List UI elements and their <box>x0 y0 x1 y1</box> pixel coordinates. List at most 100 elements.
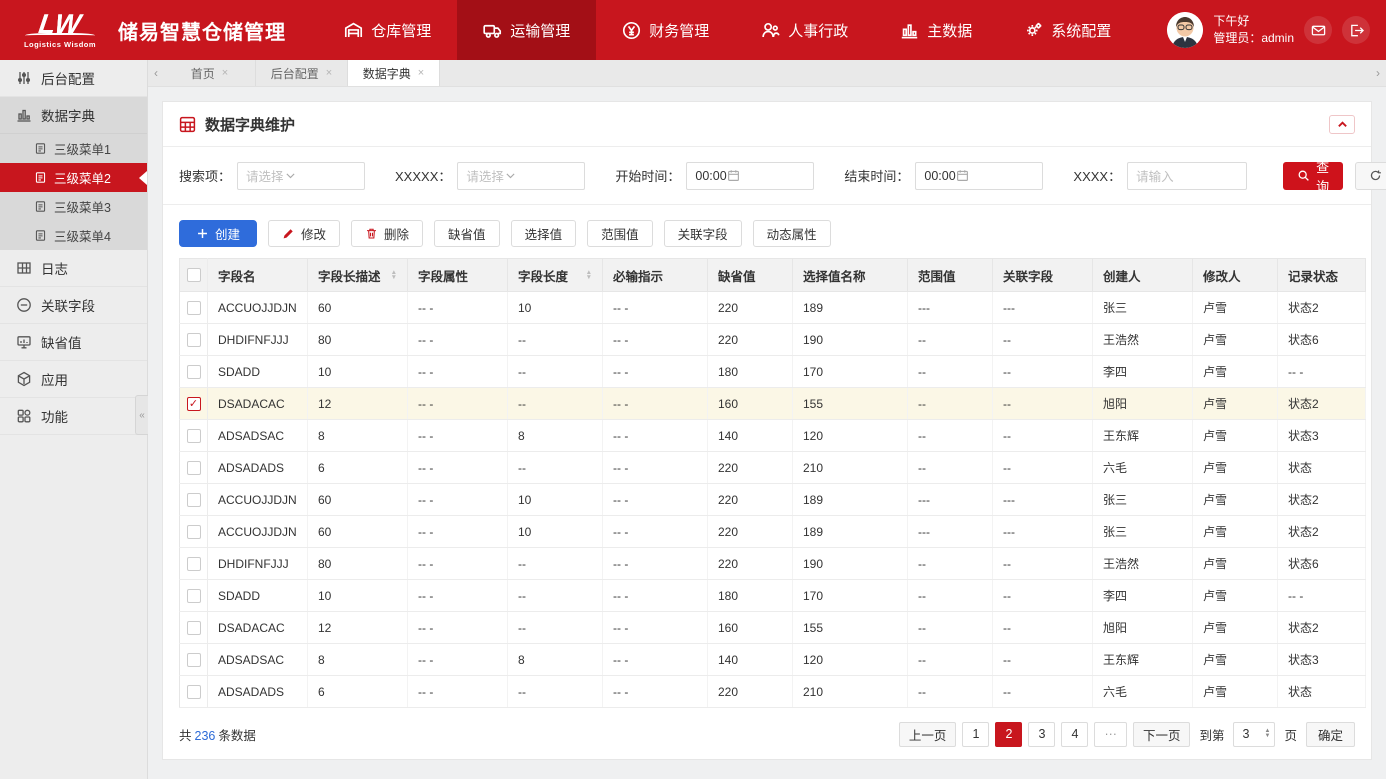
sidebar-item-日志[interactable]: 日志 <box>0 250 147 287</box>
动态属性-button[interactable]: 动态属性 <box>753 220 831 247</box>
table-row[interactable]: SDADD10-- ----- -180170----李四卢雪-- - <box>180 356 1366 388</box>
table-row[interactable]: ACCUOJJDJN60-- -10-- -220189------张三卢雪状态… <box>180 292 1366 324</box>
topnav-item-财务管理[interactable]: 财务管理 <box>596 0 735 60</box>
关联字段-button[interactable]: 关联字段 <box>664 220 742 247</box>
sidebar-item-缺省值[interactable]: 缺省值 <box>0 324 147 361</box>
row-checkbox[interactable] <box>187 557 201 571</box>
table-row[interactable]: ADSADSAC8-- -8-- -140120----王东辉卢雪状态3 <box>180 644 1366 676</box>
spinner-arrows-icon[interactable]: ▲▼ <box>1265 729 1271 739</box>
filter-text-input[interactable]: 请输入 <box>1127 162 1247 190</box>
topnav-item-主数据[interactable]: 主数据 <box>874 0 998 60</box>
table-cell: -- - <box>603 580 708 612</box>
table-row[interactable]: DSADACAC12-- ----- -160155----旭阳卢雪状态2 <box>180 612 1366 644</box>
table-row[interactable]: ADSADADS6-- ----- -220210----六毛卢雪状态 <box>180 452 1366 484</box>
confirm-button[interactable]: 确定 <box>1306 722 1355 747</box>
sort-icon[interactable]: ▲▼ <box>580 270 592 280</box>
filter-select[interactable]: 请选择 <box>457 162 585 190</box>
table-row[interactable]: SDADD10-- ----- -180170----李四卢雪-- - <box>180 580 1366 612</box>
row-checkbox[interactable] <box>187 365 201 379</box>
filter-select[interactable]: 请选择 <box>237 162 365 190</box>
tab-scroll-left-icon[interactable]: ‹ <box>148 60 164 86</box>
column-header-字段长度[interactable]: 字段长度▲▼ <box>508 259 603 292</box>
pencil-icon <box>282 227 295 240</box>
avatar[interactable] <box>1167 12 1203 48</box>
table-cell: 8 <box>308 420 408 452</box>
table-cell: 220 <box>708 516 793 548</box>
选择值-button[interactable]: 选择值 <box>511 220 577 247</box>
row-checkbox[interactable] <box>187 429 201 443</box>
table-cell: 6 <box>308 452 408 484</box>
tab-首页[interactable]: 首页× <box>164 60 256 86</box>
tab-后台配置[interactable]: 后台配置× <box>256 60 348 86</box>
tab-close-icon[interactable]: × <box>222 67 228 79</box>
table-row[interactable]: DHDIFNFJJJ80-- ----- -220190----王浩然卢雪状态6 <box>180 548 1366 580</box>
sidebar-item-数据字典[interactable]: 数据字典 <box>0 97 147 134</box>
logout-icon[interactable] <box>1342 16 1370 44</box>
topnav-item-系统配置[interactable]: 系统配置 <box>998 0 1137 60</box>
column-header-inner: 必输指示 <box>613 266 697 285</box>
next-page-button[interactable]: 下一页 <box>1133 722 1191 747</box>
mail-icon[interactable] <box>1304 16 1332 44</box>
page-button-4[interactable]: 4 <box>1061 722 1088 747</box>
修改-button[interactable]: 修改 <box>268 220 340 247</box>
topnav-item-仓库管理[interactable]: 仓库管理 <box>318 0 457 60</box>
tab-scroll-right-icon[interactable]: › <box>1370 60 1386 86</box>
sidebar-item-应用[interactable]: 应用 <box>0 361 147 398</box>
prev-page-button[interactable]: 上一页 <box>899 722 957 747</box>
row-checkbox[interactable] <box>187 589 201 603</box>
sidebar-subitem-三级菜单3[interactable]: 三级菜单3 <box>0 192 147 221</box>
sidebar-subitem-三级菜单2[interactable]: 三级菜单2 <box>0 163 147 192</box>
table-row[interactable]: ACCUOJJDJN60-- -10-- -220189------张三卢雪状态… <box>180 484 1366 516</box>
column-header-字段长描述[interactable]: 字段长描述▲▼ <box>308 259 408 292</box>
row-checkbox[interactable] <box>187 333 201 347</box>
tab-close-icon[interactable]: × <box>418 67 424 79</box>
column-header-inner: 修改人 <box>1203 266 1267 285</box>
panel-collapse-button[interactable] <box>1329 115 1355 134</box>
table-cell: 状态 <box>1278 676 1366 708</box>
filter-time-input[interactable]: 00:00 <box>686 162 814 190</box>
table-row[interactable]: ✓DSADACAC12-- ----- -160155----旭阳卢雪状态2 <box>180 388 1366 420</box>
query-button[interactable]: 查询 <box>1283 162 1343 190</box>
table-cell: 170 <box>793 356 908 388</box>
row-checkbox[interactable] <box>187 493 201 507</box>
sort-icon[interactable]: ▲▼ <box>385 270 397 280</box>
table-row[interactable]: ACCUOJJDJN60-- -10-- -220189------张三卢雪状态… <box>180 516 1366 548</box>
page-button-1[interactable]: 1 <box>962 722 989 747</box>
row-checkbox[interactable] <box>187 301 201 315</box>
row-checkbox[interactable] <box>187 621 201 635</box>
topnav-item-运输管理[interactable]: 运输管理 <box>457 0 596 60</box>
sidebar-subitem-三级菜单4[interactable]: 三级菜单4 <box>0 221 147 250</box>
topnav-item-人事行政[interactable]: 人事行政 <box>735 0 874 60</box>
row-checkbox[interactable]: ✓ <box>187 397 201 411</box>
table-row[interactable]: ADSADADS6-- ----- -220210----六毛卢雪状态 <box>180 676 1366 708</box>
table-row[interactable]: ADSADSAC8-- -8-- -140120----王东辉卢雪状态3 <box>180 420 1366 452</box>
header-checkbox[interactable] <box>187 268 201 282</box>
tab-数据字典[interactable]: 数据字典× <box>348 60 440 86</box>
row-checkbox[interactable] <box>187 461 201 475</box>
toolbar-button-label: 创建 <box>215 224 240 243</box>
row-checkbox[interactable] <box>187 525 201 539</box>
sidebar-item-功能[interactable]: 功能 <box>0 398 147 435</box>
table-row[interactable]: DHDIFNFJJJ80-- ----- -220190----王浩然卢雪状态6 <box>180 324 1366 356</box>
row-checkbox[interactable] <box>187 653 201 667</box>
page-jump-input[interactable]: 3▲▼ <box>1233 722 1275 747</box>
table-cell: 210 <box>793 676 908 708</box>
范围值-button[interactable]: 范围值 <box>587 220 653 247</box>
缺省值-button[interactable]: 缺省值 <box>434 220 500 247</box>
sidebar-item-label: 日志 <box>41 258 68 278</box>
sidebar-collapse-handle[interactable]: « <box>135 395 148 435</box>
sidebar-item-关联字段[interactable]: 关联字段 <box>0 287 147 324</box>
column-header-修改人: 修改人 <box>1193 259 1278 292</box>
row-checkbox[interactable] <box>187 685 201 699</box>
page-button-2[interactable]: 2 <box>995 722 1022 747</box>
sidebar-item-后台配置[interactable]: 后台配置 <box>0 60 147 97</box>
user-info[interactable]: 下午好 管理员：admin <box>1213 13 1294 48</box>
sidebar-subitem-三级菜单1[interactable]: 三级菜单1 <box>0 134 147 163</box>
page-button-3[interactable]: 3 <box>1028 722 1055 747</box>
创建-button[interactable]: 创建 <box>179 220 257 247</box>
reset-button[interactable]: 重置 <box>1355 162 1386 190</box>
tab-close-icon[interactable]: × <box>326 67 332 79</box>
filter-time-input[interactable]: 00:00 <box>915 162 1043 190</box>
删除-button[interactable]: 删除 <box>351 220 423 247</box>
table-icon <box>179 116 196 133</box>
